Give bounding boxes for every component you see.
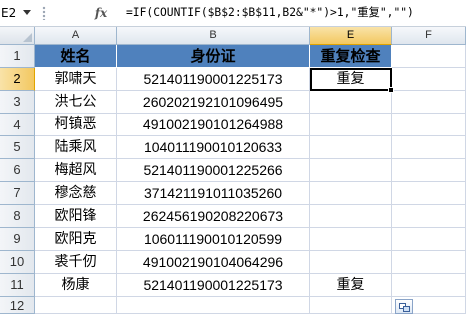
fill-handle[interactable] (388, 87, 394, 93)
name-cell[interactable]: 穆念慈 (35, 182, 117, 205)
row-header-7[interactable]: 7 (0, 182, 35, 205)
check-cell[interactable] (310, 251, 392, 274)
check-cell[interactable] (310, 91, 392, 114)
check-cell[interactable] (310, 205, 392, 228)
cell-a12[interactable] (35, 297, 117, 314)
name-box-dropdown-icon[interactable] (23, 10, 31, 15)
row-header-9[interactable]: 9 (0, 228, 35, 251)
row-header-5[interactable]: 5 (0, 136, 35, 159)
check-cell[interactable] (310, 228, 392, 251)
name-cell[interactable]: 梅超风 (35, 159, 117, 182)
id-cell[interactable]: 491002190104064296 (117, 251, 310, 274)
column-header-e[interactable]: E (310, 27, 392, 45)
header-name-cell[interactable]: 姓名 (35, 45, 117, 68)
id-cell[interactable]: 521401190001225173 (117, 68, 310, 91)
auto-fill-options-icon[interactable] (395, 299, 413, 314)
cell-f11[interactable] (392, 274, 466, 297)
name-cell[interactable]: 郭啸天 (35, 68, 117, 91)
name-cell[interactable]: 洪七公 (35, 91, 117, 114)
row-header-6[interactable]: 6 (0, 159, 35, 182)
row-header-1[interactable]: 1 (0, 45, 35, 68)
cell-f6[interactable] (392, 159, 466, 182)
select-all-icon (23, 33, 32, 42)
header-id-cell[interactable]: 身份证 (117, 45, 310, 68)
check-cell-active[interactable]: 重复 (310, 68, 392, 91)
cell-f3[interactable] (392, 91, 466, 114)
formula-input[interactable]: =IF(COUNTIF($B$2:$B$11,B2&"*")>1,"重复",""… (126, 4, 466, 22)
auto-fill-sheet-icon (403, 306, 410, 312)
check-cell[interactable] (310, 114, 392, 136)
cell-e12[interactable] (310, 297, 392, 314)
id-cell[interactable]: 104011190010120633 (117, 136, 310, 159)
cell-f4[interactable] (392, 114, 466, 136)
check-cell[interactable] (310, 159, 392, 182)
row-header-2[interactable]: 2 (0, 68, 35, 91)
name-cell[interactable]: 柯镇恶 (35, 114, 117, 136)
column-header-b[interactable]: B (117, 27, 310, 45)
name-cell[interactable]: 欧阳锋 (35, 205, 117, 228)
cell-f8[interactable] (392, 205, 466, 228)
formula-bar: E2 fx =IF(COUNTIF($B$2:$B$11,B2&"*")>1,"… (0, 0, 466, 27)
check-cell[interactable]: 重复 (310, 274, 392, 297)
row-header-3[interactable]: 3 (0, 91, 35, 114)
cell-f2[interactable] (392, 68, 466, 91)
insert-function-icon[interactable]: fx (92, 4, 110, 22)
id-cell[interactable]: 260202192101096495 (117, 91, 310, 114)
id-cell[interactable]: 106011190010120599 (117, 228, 310, 251)
header-check-cell[interactable]: 重复检查 (310, 45, 392, 68)
id-cell[interactable]: 491002190101264988 (117, 114, 310, 136)
check-cell[interactable] (310, 182, 392, 205)
name-cell[interactable]: 陆乘风 (35, 136, 117, 159)
row-header-4[interactable]: 4 (0, 114, 35, 136)
name-cell[interactable]: 杨康 (35, 274, 117, 297)
formula-bar-grip-icon[interactable] (42, 6, 46, 20)
id-cell[interactable]: 521401190001225173 (117, 274, 310, 297)
cell-f1[interactable] (392, 45, 466, 68)
column-header-a[interactable]: A (35, 27, 117, 45)
cell-f10[interactable] (392, 251, 466, 274)
cell-b12[interactable] (117, 297, 310, 314)
cell-f7[interactable] (392, 182, 466, 205)
cell-f5[interactable] (392, 136, 466, 159)
column-header-f[interactable]: F (392, 27, 466, 45)
row-header-10[interactable]: 10 (0, 251, 35, 274)
id-cell[interactable]: 521401190001225266 (117, 159, 310, 182)
name-cell[interactable]: 欧阳克 (35, 228, 117, 251)
select-all-corner[interactable] (0, 27, 35, 45)
row-header-12[interactable]: 12 (0, 297, 35, 314)
name-cell[interactable]: 裘千仞 (35, 251, 117, 274)
row-header-8[interactable]: 8 (0, 205, 35, 228)
cell-f9[interactable] (392, 228, 466, 251)
id-cell[interactable]: 262456190208220673 (117, 205, 310, 228)
row-header-11[interactable]: 11 (0, 274, 35, 297)
check-cell[interactable] (310, 136, 392, 159)
id-cell[interactable]: 371421191011035260 (117, 182, 310, 205)
